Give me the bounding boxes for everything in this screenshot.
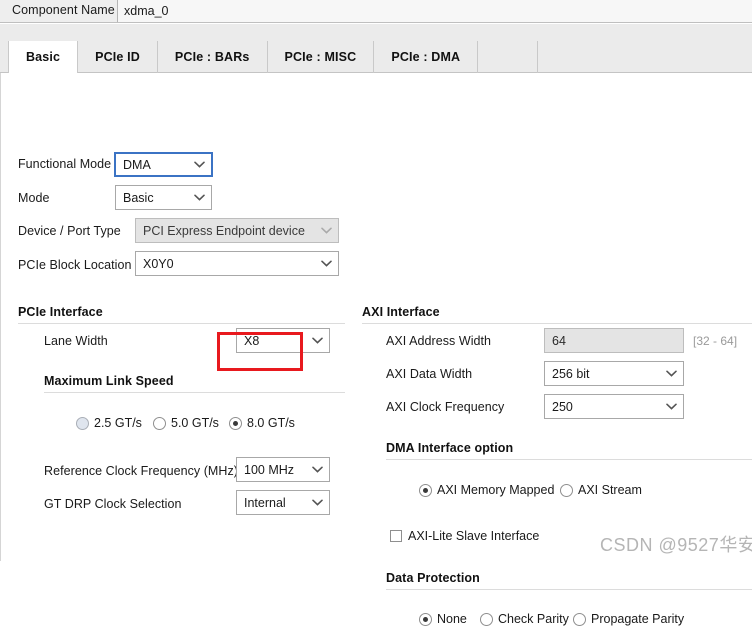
dma-interface-option-rule — [386, 459, 752, 460]
reference-clock-dropdown[interactable]: 100 MHz — [236, 457, 330, 482]
radio-label: Check Parity — [498, 612, 569, 626]
tab-pcie-misc[interactable]: PCIe : MISC — [268, 41, 375, 73]
basic-tab-panel: Functional Mode DMA Mode Basic Device / … — [0, 73, 752, 626]
radio-axi-memory-mapped[interactable]: AXI Memory Mapped — [419, 483, 554, 497]
radio-link-speed-8-0[interactable]: 8.0 GT/s — [229, 416, 295, 430]
reference-clock-value: 100 MHz — [244, 462, 295, 477]
checkbox-axi-lite-slave-interface[interactable]: AXI-Lite Slave Interface — [390, 529, 539, 543]
radio-indicator — [153, 416, 166, 430]
pcie-block-location-label: PCIe Block Location — [18, 258, 132, 272]
axi-address-width-input[interactable] — [544, 328, 684, 353]
axi-data-width-label: AXI Data Width — [386, 367, 473, 381]
radio-indicator — [419, 612, 432, 626]
component-name-bar: Component Name — [0, 0, 752, 23]
axi-clock-frequency-label: AXI Clock Frequency — [386, 400, 505, 414]
axi-interface-rule — [362, 323, 752, 324]
radio-label: None — [437, 612, 467, 626]
lane-width-dropdown[interactable]: X8 — [236, 328, 330, 353]
component-name-label: Component Name — [12, 3, 115, 17]
tab-pcie-dma[interactable]: PCIe : DMA — [374, 41, 479, 73]
radio-label: 8.0 GT/s — [247, 416, 295, 430]
axi-clock-frequency-dropdown[interactable]: 250 — [544, 394, 684, 419]
tab-pcie-bars[interactable]: PCIe : BARs — [158, 41, 268, 73]
chevron-down-icon — [305, 337, 329, 344]
chevron-down-icon — [305, 466, 329, 473]
axi-data-width-value: 256 bit — [552, 366, 590, 381]
functional-mode-label: Functional Mode — [18, 157, 112, 171]
dma-interface-option-title: DMA Interface option — [386, 441, 514, 455]
radio-link-speed-5-0[interactable]: 5.0 GT/s — [153, 416, 219, 430]
radio-indicator — [76, 416, 89, 430]
chevron-down-icon — [187, 194, 211, 201]
device-port-type-value: PCI Express Endpoint device — [143, 223, 305, 238]
device-port-type-label: Device / Port Type — [18, 224, 121, 238]
reference-clock-label: Reference Clock Frequency (MHz) — [44, 464, 238, 478]
radio-link-speed-2-5[interactable]: 2.5 GT/s — [76, 416, 142, 430]
radio-indicator — [560, 483, 573, 497]
component-name-input[interactable] — [117, 0, 752, 22]
radio-label: Propagate Parity — [591, 612, 685, 626]
radio-label: AXI Memory Mapped — [437, 483, 555, 497]
device-port-type-dropdown[interactable]: PCI Express Endpoint device — [135, 218, 339, 243]
maximum-link-speed-title: Maximum Link Speed — [44, 374, 174, 388]
radio-indicator — [229, 416, 242, 430]
chevron-down-icon — [305, 499, 329, 506]
tab-pcie-id[interactable]: PCIe ID — [78, 41, 158, 73]
radio-label: 2.5 GT/s — [94, 416, 142, 430]
checkbox-indicator — [390, 530, 402, 542]
gt-drp-clock-dropdown[interactable]: Internal — [236, 490, 330, 515]
chevron-down-icon — [659, 370, 683, 377]
tab-bar: Basic PCIe ID PCIe : BARs PCIe : MISC PC… — [0, 24, 752, 73]
checkbox-label: AXI-Lite Slave Interface — [408, 529, 540, 543]
axi-address-width-label: AXI Address Width — [386, 334, 492, 348]
data-protection-rule — [386, 589, 752, 590]
tab-basic[interactable]: Basic — [8, 41, 79, 73]
mode-dropdown[interactable]: Basic — [115, 185, 212, 210]
axi-clock-frequency-value: 250 — [552, 399, 573, 414]
lane-width-value: X8 — [244, 333, 260, 348]
pcie-interface-title: PCIe Interface — [18, 305, 103, 319]
lane-width-label: Lane Width — [44, 334, 108, 348]
maximum-link-speed-rule — [44, 392, 345, 393]
radio-label: 5.0 GT/s — [171, 416, 219, 430]
radio-indicator — [480, 612, 493, 626]
radio-data-protection-check-parity[interactable]: Check Parity — [480, 612, 569, 626]
functional-mode-value: DMA — [123, 157, 151, 172]
functional-mode-dropdown[interactable]: DMA — [114, 152, 213, 177]
axi-address-width-hint: [32 - 64] — [693, 334, 738, 348]
pcie-interface-rule — [18, 323, 345, 324]
radio-label: AXI Stream — [578, 483, 642, 497]
radio-axi-stream[interactable]: AXI Stream — [560, 483, 642, 497]
chevron-down-icon — [187, 161, 211, 168]
radio-data-protection-propagate-parity[interactable]: Propagate Parity — [573, 612, 684, 626]
axi-data-width-dropdown[interactable]: 256 bit — [544, 361, 684, 386]
radio-data-protection-none[interactable]: None — [419, 612, 467, 626]
axi-interface-title: AXI Interface — [362, 305, 440, 319]
gt-drp-clock-value: Internal — [244, 495, 286, 510]
data-protection-title: Data Protection — [386, 571, 480, 585]
tab-strip-filler — [478, 41, 539, 73]
radio-indicator — [419, 483, 432, 497]
radio-indicator — [573, 612, 586, 626]
mode-value: Basic — [123, 190, 154, 205]
chevron-down-icon — [314, 227, 338, 234]
pcie-block-location-value: X0Y0 — [143, 256, 174, 271]
gt-drp-clock-label: GT DRP Clock Selection — [44, 497, 182, 511]
tab-strip: Basic PCIe ID PCIe : BARs PCIe : MISC PC… — [8, 41, 539, 73]
chevron-down-icon — [314, 260, 338, 267]
pcie-block-location-dropdown[interactable]: X0Y0 — [135, 251, 339, 276]
mode-label: Mode — [18, 191, 50, 205]
chevron-down-icon — [659, 403, 683, 410]
